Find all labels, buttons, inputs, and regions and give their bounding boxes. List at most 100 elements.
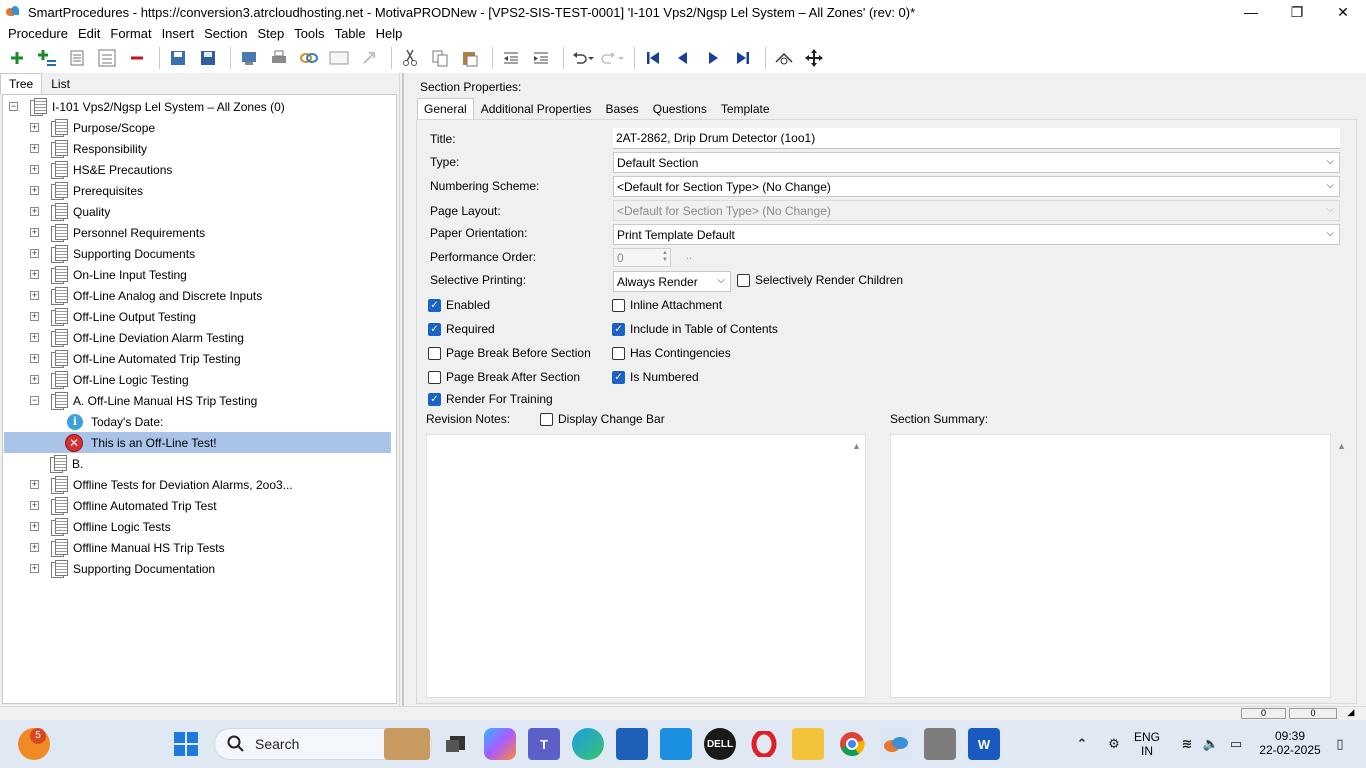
chevron-up-icon[interactable]: ⌃	[1066, 728, 1098, 760]
tree-item[interactable]: + Supporting Documents	[30, 243, 195, 264]
checkbox-box[interactable]	[612, 346, 625, 360]
save-copy-icon[interactable]	[165, 45, 191, 71]
expand-icon[interactable]: +	[30, 543, 39, 552]
save-icon[interactable]	[195, 45, 221, 71]
add-icon[interactable]	[4, 45, 30, 71]
revision-notes-textarea[interactable]: ▲	[426, 434, 866, 698]
is-numbered-checkbox[interactable]: ✓ Is Numbered	[612, 370, 699, 384]
expand-icon[interactable]: +	[30, 165, 39, 174]
chrome-icon[interactable]	[836, 728, 868, 760]
include-toc-checkbox[interactable]: ✓ Include in Table of Contents	[612, 322, 778, 336]
expand-icon[interactable]: +	[30, 249, 39, 258]
expand-icon[interactable]: +	[30, 144, 39, 153]
tree-item[interactable]: + Purpose/Scope	[30, 117, 155, 138]
tree-item[interactable]: + Responsibility	[30, 138, 147, 159]
tree-item[interactable]: + Prerequisites	[30, 180, 143, 201]
start-icon[interactable]	[170, 728, 202, 760]
tree-item[interactable]: + HS&E Precautions	[30, 159, 172, 180]
word-icon[interactable]: W	[968, 728, 1000, 760]
checkbox-box[interactable]: ✓	[428, 392, 441, 406]
checkbox-box[interactable]: ✓	[428, 322, 441, 336]
selective-printing-select[interactable]: Always Render ⌵	[613, 271, 731, 292]
remove-icon[interactable]	[124, 45, 150, 71]
title-field[interactable]: 2AT-2862, Drip Drum Detector (1oo1)	[613, 128, 1340, 149]
spinner-arrows-icon[interactable]: ▲ ▼	[662, 250, 668, 264]
performance-order-browse-button[interactable]: ..	[679, 250, 699, 267]
link-icon[interactable]	[296, 45, 322, 71]
move-icon[interactable]	[801, 45, 827, 71]
type-select[interactable]: Default Section ⌵	[613, 152, 1340, 173]
expand-icon[interactable]: +	[30, 501, 39, 510]
checkbox-box[interactable]	[540, 412, 553, 426]
expand-icon[interactable]: +	[30, 354, 39, 363]
expand-icon[interactable]: +	[30, 375, 39, 384]
tree-item[interactable]: + Offline Tests for Deviation Alarms, 2oo…	[30, 474, 293, 495]
volume-icon[interactable]: 🔈	[1202, 728, 1220, 760]
previous-icon[interactable]	[670, 45, 696, 71]
last-icon[interactable]	[730, 45, 756, 71]
menu-help[interactable]: Help	[371, 26, 408, 41]
performance-order-spinner[interactable]: 0 ▲ ▼	[613, 248, 671, 267]
menu-tools[interactable]: Tools	[289, 26, 329, 41]
checkbox-box[interactable]: ✓	[612, 370, 625, 384]
add-child-icon[interactable]	[34, 45, 60, 71]
network-status-icon[interactable]: ⚙	[1098, 728, 1130, 760]
numbering-select[interactable]: <Default for Section Type> (No Change) ⌵	[613, 176, 1340, 197]
section-summary-textarea[interactable]: ▲	[890, 434, 1346, 698]
tree-item[interactable]: ✕ This is an Off-Line Test!	[65, 432, 223, 453]
expand-icon[interactable]: +	[30, 312, 39, 321]
indent-list-icon[interactable]	[64, 45, 90, 71]
menu-edit[interactable]: Edit	[73, 26, 105, 41]
opera-icon[interactable]	[748, 728, 780, 760]
expand-icon[interactable]: +	[30, 270, 39, 279]
battery-icon[interactable]: ▭	[1226, 728, 1246, 760]
tree-root[interactable]: − I-101 Vps2/Ngsp Lel System – All Zones…	[9, 96, 285, 117]
selectively-render-children-checkbox[interactable]: Selectively Render Children	[737, 273, 903, 287]
print-icon[interactable]	[266, 45, 292, 71]
wifi-icon[interactable]: ≋	[1178, 728, 1196, 760]
expand-icon[interactable]: +	[30, 123, 39, 132]
tree-item[interactable]: + Supporting Documentation	[30, 558, 215, 579]
list-icon[interactable]	[94, 45, 120, 71]
tree-item[interactable]: i Today's Date:	[67, 411, 163, 432]
copilot-icon[interactable]	[484, 728, 516, 760]
tree-item[interactable]: + Off-Line Analog and Discrete Inputs	[30, 285, 262, 306]
copy-icon[interactable]	[427, 45, 453, 71]
tab-template[interactable]: Template	[714, 98, 777, 119]
tab-list[interactable]: List	[42, 73, 79, 94]
tree-item[interactable]: + Off-Line Automated Trip Testing	[30, 348, 241, 369]
inline-attachment-checkbox[interactable]: Inline Attachment	[612, 298, 722, 312]
render-for-training-checkbox[interactable]: ✓ Render For Training	[428, 392, 553, 406]
dell-icon[interactable]: DELL	[704, 728, 736, 760]
tab-general[interactable]: General	[417, 98, 474, 119]
menu-procedure[interactable]: Procedure	[3, 26, 73, 41]
tree-item[interactable]: + Personnel Requirements	[30, 222, 205, 243]
page-break-before-checkbox[interactable]: Page Break Before Section	[428, 346, 591, 360]
redo-disabled-icon[interactable]	[356, 45, 382, 71]
checkbox-box[interactable]	[737, 273, 750, 287]
pane-splitter[interactable]	[399, 73, 409, 706]
indent-icon[interactable]	[528, 45, 554, 71]
scroll-up-icon[interactable]: ▲	[1337, 441, 1346, 451]
tab-additional-properties[interactable]: Additional Properties	[474, 98, 599, 119]
tree-item[interactable]: + Off-Line Logic Testing	[30, 369, 189, 390]
collapse-icon[interactable]: −	[30, 396, 39, 405]
menu-insert[interactable]: Insert	[157, 26, 200, 41]
expand-icon[interactable]: +	[30, 564, 39, 573]
checkbox-box[interactable]: ✓	[612, 322, 625, 336]
tree-view[interactable]: − I-101 Vps2/Ngsp Lel System – All Zones…	[2, 94, 397, 704]
smartprocedures-taskbar-icon[interactable]	[880, 728, 912, 760]
tree-item[interactable]: + Off-Line Output Testing	[30, 306, 196, 327]
task-view-icon[interactable]	[440, 728, 472, 760]
search-icon[interactable]	[771, 45, 797, 71]
outdent-icon[interactable]	[498, 45, 524, 71]
next-icon[interactable]	[700, 45, 726, 71]
remote-app-icon[interactable]	[660, 728, 692, 760]
menu-section[interactable]: Section	[199, 26, 252, 41]
has-contingencies-checkbox[interactable]: Has Contingencies	[612, 346, 731, 360]
redo-icon[interactable]	[599, 45, 625, 71]
notification-icon[interactable]: ▯	[1330, 728, 1350, 760]
resize-grip-icon[interactable]: ◢	[1340, 708, 1362, 719]
paste-icon[interactable]	[457, 45, 483, 71]
scroll-up-icon[interactable]: ▲	[852, 441, 861, 451]
